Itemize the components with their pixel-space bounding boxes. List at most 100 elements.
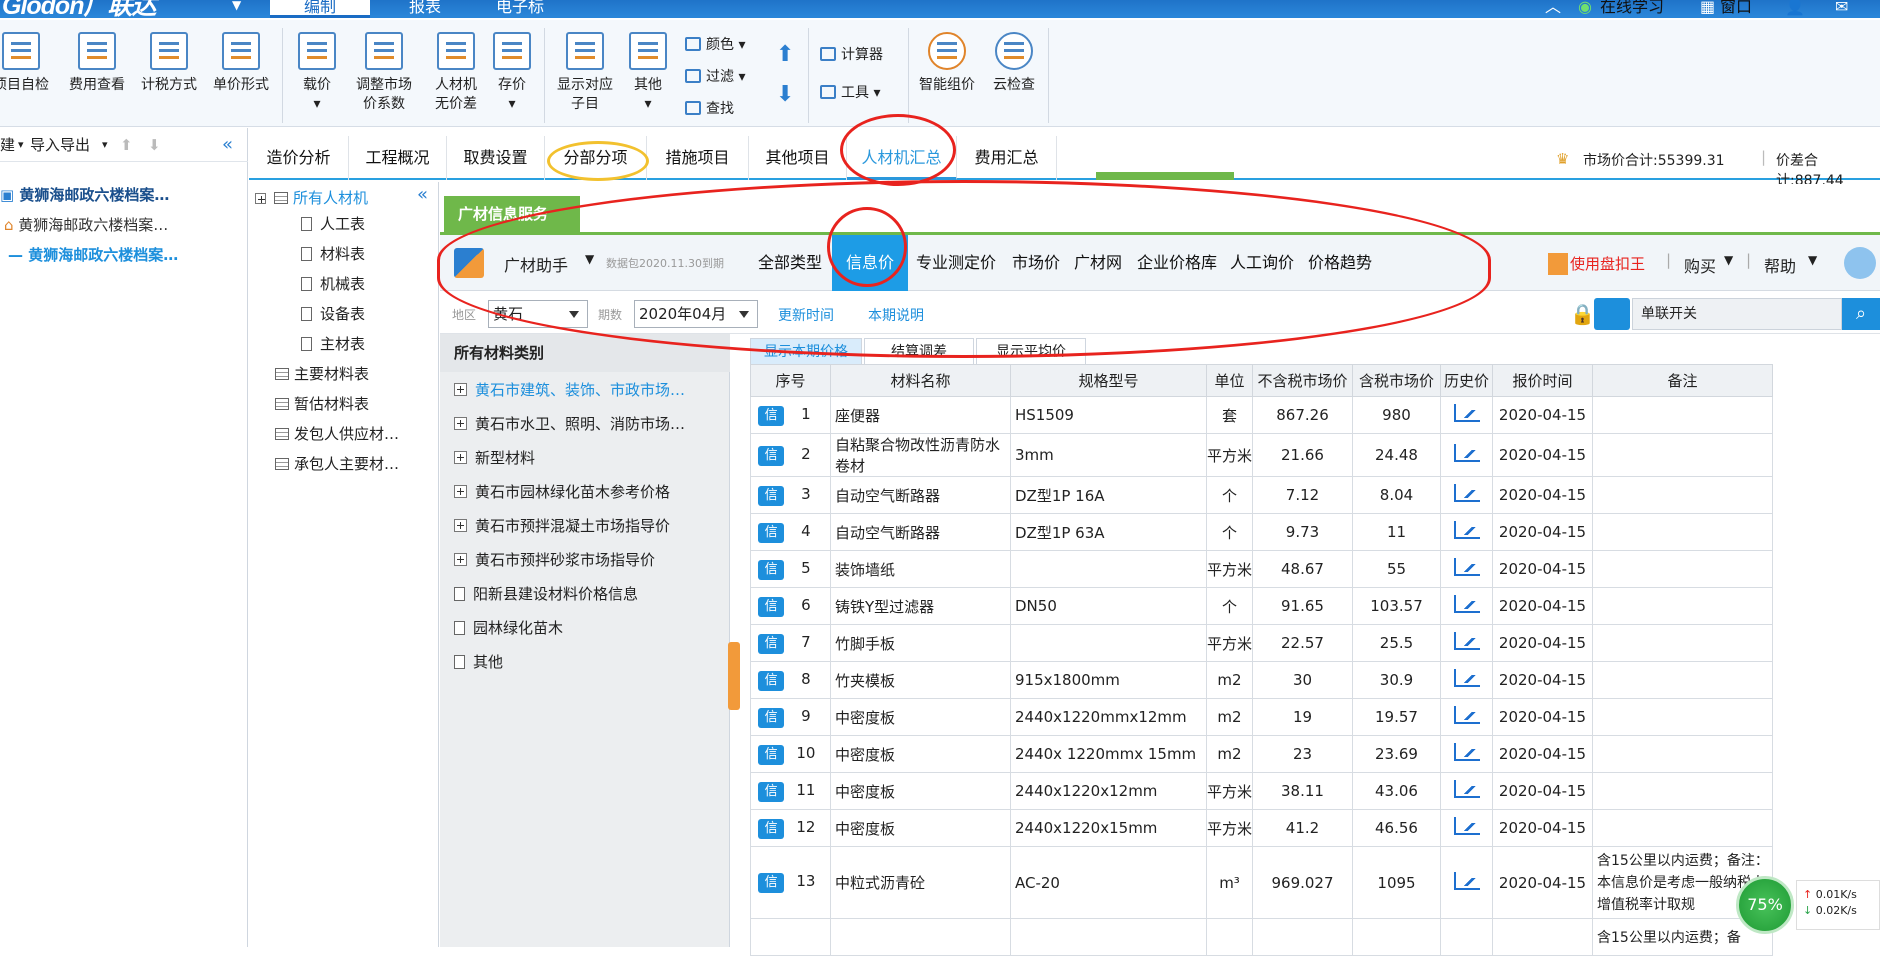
col-header[interactable]: 备注 xyxy=(1592,364,1773,397)
trend-chart-icon[interactable] xyxy=(1453,484,1480,502)
smart-pricing-button[interactable]: 智能组价 xyxy=(914,32,980,95)
table-row[interactable]: 信 11 中密度板 2440x1220x12mm 平方米 38.11 43.06 2020-… xyxy=(750,772,1773,810)
show-subitem-button[interactable]: 显示对应子目 xyxy=(552,32,618,114)
category-item[interactable]: 黄石市预拌混凝土市场指导价 xyxy=(454,514,670,538)
tree-item-key-material[interactable]: 主要材料表 xyxy=(275,362,369,386)
info-price-badge[interactable]: 信 xyxy=(758,744,785,765)
info-price-badge[interactable]: 信 xyxy=(758,707,785,728)
speed-gauge[interactable]: 75% xyxy=(1736,876,1794,934)
menu-tab-edit[interactable]: 编制 xyxy=(270,0,370,18)
tools-button[interactable]: 工具 ▾ xyxy=(820,82,880,104)
table-row[interactable]: 信 2 自粘聚合物改性沥青防水卷材 3mm 平方米 21.66 24.48 2020-04-… xyxy=(750,433,1773,477)
tab-measures[interactable]: 措施项目 xyxy=(647,136,749,180)
trend-chart-icon[interactable] xyxy=(1453,632,1480,650)
trend-chart-icon[interactable] xyxy=(1453,669,1480,687)
trend-chart-icon[interactable] xyxy=(1453,706,1480,724)
tree-item-labor[interactable]: 人工表 xyxy=(301,212,365,236)
collapse-ribbon-icon[interactable]: ︿ xyxy=(1545,0,1561,18)
panel-handle[interactable] xyxy=(1096,172,1234,180)
tree-item-main-material[interactable]: 主材表 xyxy=(301,332,365,356)
move-down-icon[interactable]: ⬇ xyxy=(776,82,794,107)
info-price-badge[interactable]: 信 xyxy=(758,818,785,839)
info-price-badge[interactable]: 信 xyxy=(758,873,785,893)
down-arrow-icon[interactable]: ⬇ xyxy=(148,128,161,162)
load-price-button[interactable]: 载价 ▾ xyxy=(292,32,342,114)
tree-item-equipment[interactable]: 设备表 xyxy=(301,302,365,326)
unlock-icon[interactable] xyxy=(1594,298,1630,330)
up-arrow-icon[interactable]: ⬆ xyxy=(120,128,133,162)
table-row[interactable]: 信 9 中密度板 2440x1220mmx12mm m2 19 19.57 2020-04-… xyxy=(750,698,1773,736)
project-node-root[interactable]: ▣ 黄狮海邮政六楼档案… xyxy=(0,184,169,205)
category-item[interactable]: 黄石市预拌砂浆市场指导价 xyxy=(454,548,655,572)
info-price-badge[interactable]: 信 xyxy=(758,559,785,580)
buy-menu[interactable]: 购买 xyxy=(1684,253,1716,277)
online-learning-button[interactable]: 在线学习 xyxy=(1600,0,1664,18)
logo-dropdown-icon[interactable]: ▼ xyxy=(232,0,241,12)
info-price-badge[interactable]: 信 xyxy=(758,781,785,802)
trend-chart-icon[interactable] xyxy=(1453,595,1480,613)
tree-item-material[interactable]: 材料表 xyxy=(301,242,365,266)
category-item[interactable]: 新型材料 xyxy=(454,446,535,470)
tax-method-button[interactable]: 计税方式 xyxy=(134,32,204,95)
table-row[interactable]: 信 8 竹夹模板 915x1800mm m2 30 30.9 2020-04-15 xyxy=(750,661,1773,699)
info-price-badge[interactable]: 信 xyxy=(758,670,785,691)
col-header[interactable]: 报价时间 xyxy=(1492,364,1593,397)
expand-icon[interactable] xyxy=(454,519,467,532)
table-row[interactable]: 信 7 竹脚手板 平方米 22.57 25.5 2020-04-15 xyxy=(750,624,1773,662)
table-row[interactable]: 含15公里以内运费；备 xyxy=(750,918,1773,956)
menu-tab-report[interactable]: 报表 xyxy=(395,0,455,18)
project-node-unit[interactable]: ⌂ 黄狮海邮政六楼档案… xyxy=(4,214,168,235)
search-icon[interactable]: ⌕ xyxy=(1842,298,1880,330)
trend-chart-icon[interactable] xyxy=(1453,743,1480,761)
table-row[interactable]: 信 10 中密度板 2440x 1220mmx 15mm m2 23 23.69 2020-… xyxy=(750,735,1773,773)
menu-tab-ebid[interactable]: 电子标 xyxy=(485,0,555,18)
avatar[interactable] xyxy=(1844,247,1876,279)
import-dropdown-icon[interactable]: ▾ xyxy=(102,128,108,162)
project-check-button[interactable]: 项目自检 xyxy=(0,32,56,95)
tab-fee-settings[interactable]: 取费设置 xyxy=(447,136,545,180)
info-price-badge[interactable]: 信 xyxy=(758,633,785,654)
message-icon[interactable]: ✉ xyxy=(1835,0,1848,18)
collapse-left-icon[interactable]: « xyxy=(222,128,233,162)
cloud-check-button[interactable]: 云检查 xyxy=(984,32,1044,95)
category-item[interactable]: 黄石市建筑、装饰、市政市场… xyxy=(454,378,685,402)
unit-price-form-button[interactable]: 单价形式 xyxy=(206,32,276,95)
info-price-badge[interactable]: 信 xyxy=(758,485,785,506)
no-price-diff-button[interactable]: 人材机无价差 xyxy=(428,32,484,114)
expand-icon[interactable] xyxy=(454,451,467,464)
user-icon[interactable]: 👤 xyxy=(1785,0,1805,18)
category-item[interactable]: 园林绿化苗木 xyxy=(454,616,563,640)
panel-collapse-handle[interactable] xyxy=(728,642,740,710)
color-button[interactable]: 颜色 ▾ xyxy=(685,34,745,56)
col-header[interactable]: 不含税市场价 xyxy=(1252,364,1353,397)
col-header[interactable]: 序号 xyxy=(750,364,831,397)
trend-chart-icon[interactable] xyxy=(1453,521,1480,539)
move-up-icon[interactable]: ⬆ xyxy=(776,42,794,67)
help-menu[interactable]: 帮助 xyxy=(1764,253,1796,277)
info-price-badge[interactable]: 信 xyxy=(758,445,785,466)
adjust-market-coef-button[interactable]: 调整市场价系数 xyxy=(344,32,424,114)
info-price-badge[interactable]: 信 xyxy=(758,405,785,426)
tab-fee-summary[interactable]: 费用汇总 xyxy=(957,136,1057,180)
lock-icon[interactable]: 🔒 xyxy=(1570,302,1595,326)
trend-chart-icon[interactable] xyxy=(1453,817,1480,835)
expand-icon[interactable] xyxy=(454,383,467,396)
expand-icon[interactable] xyxy=(454,417,467,430)
import-export-button[interactable]: 导入导出 xyxy=(30,128,90,162)
window-menu[interactable]: 窗口 xyxy=(1720,0,1752,18)
find-button[interactable]: 查找 xyxy=(685,98,734,120)
project-node-selected[interactable]: — 黄狮海邮政六楼档案… xyxy=(8,244,178,265)
save-price-button[interactable]: 存价 ▾ xyxy=(488,32,536,114)
category-item[interactable]: 黄石市水卫、照明、消防市场… xyxy=(454,412,685,436)
tree-item-contractor-material[interactable]: 承包人主要材… xyxy=(275,452,399,476)
trend-chart-icon[interactable] xyxy=(1453,444,1480,462)
col-header[interactable]: 单位 xyxy=(1206,364,1253,397)
trend-chart-icon[interactable] xyxy=(1453,404,1480,422)
col-header[interactable]: 材料名称 xyxy=(830,364,1011,397)
new-dropdown-icon[interactable]: ▾ xyxy=(18,128,24,162)
table-row[interactable]: 信 12 中密度板 2440x1220x15mm 平方米 41.2 46.56 2020-0… xyxy=(750,809,1773,847)
tree-item-provisional[interactable]: 暂估材料表 xyxy=(275,392,369,416)
filter-button[interactable]: 过滤 ▾ xyxy=(685,66,745,88)
new-button[interactable]: 建 xyxy=(0,128,15,162)
promo-link[interactable]: 使用盘扣王 xyxy=(1570,253,1645,274)
